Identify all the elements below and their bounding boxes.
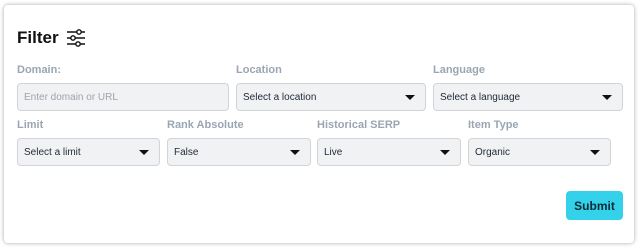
item-type-label: Item Type — [468, 119, 519, 131]
filter-header: Filter — [17, 28, 86, 48]
rank-absolute-label: Rank Absolute — [167, 119, 244, 131]
domain-input[interactable]: Enter domain or URL — [17, 83, 229, 111]
location-label: Location — [236, 64, 282, 76]
chevron-down-icon — [405, 94, 415, 100]
language-label: Language — [433, 64, 485, 76]
chevron-down-icon — [139, 149, 149, 155]
domain-label: Domain: — [17, 64, 61, 76]
limit-value: Select a limit — [24, 146, 81, 158]
limit-select[interactable]: Select a limit — [17, 138, 160, 166]
location-select[interactable]: Select a location — [236, 83, 426, 111]
chevron-down-icon — [290, 149, 300, 155]
filter-card: Filter Domain: Location Language Enter d… — [4, 5, 634, 243]
item-type-value: Organic — [475, 146, 511, 158]
location-value: Select a location — [243, 91, 317, 103]
language-value: Select a language — [440, 91, 521, 103]
filter-title: Filter — [17, 28, 59, 47]
rank-absolute-select[interactable]: False — [167, 138, 311, 166]
historical-serp-select[interactable]: Live — [317, 138, 461, 166]
domain-placeholder: Enter domain or URL — [24, 91, 118, 103]
chevron-down-icon — [590, 149, 600, 155]
chevron-down-icon — [440, 149, 450, 155]
historical-serp-value: Live — [324, 146, 343, 158]
language-select[interactable]: Select a language — [433, 83, 623, 111]
chevron-down-icon — [602, 94, 612, 100]
historical-serp-label: Historical SERP — [317, 119, 401, 131]
submit-button[interactable]: Submit — [566, 191, 623, 220]
limit-label: Limit — [17, 119, 44, 131]
item-type-select[interactable]: Organic — [468, 138, 611, 166]
rank-absolute-value: False — [174, 146, 199, 158]
sliders-icon[interactable] — [66, 29, 86, 47]
